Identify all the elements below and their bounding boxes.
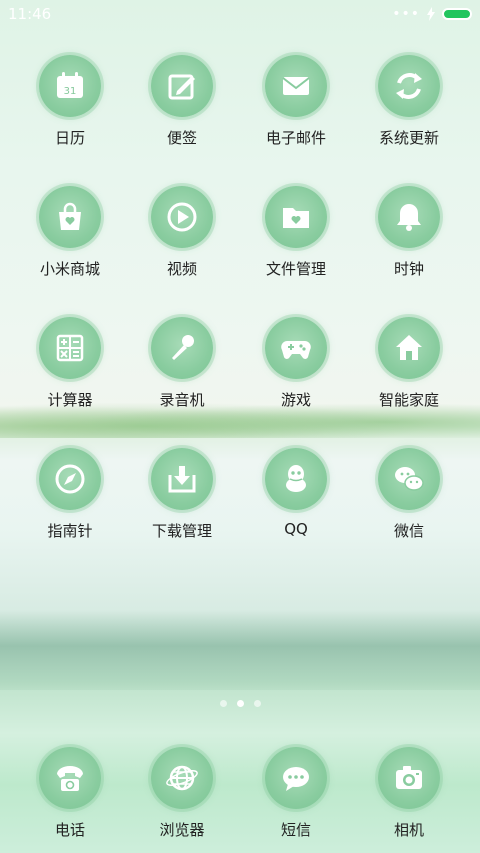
app-label: 系统更新 bbox=[378, 129, 439, 147]
app-games[interactable]: 游戏 bbox=[240, 317, 352, 410]
more-indicator-icon: ••• bbox=[392, 6, 420, 22]
notes-icon bbox=[151, 55, 213, 117]
app-label: 电子邮件 bbox=[265, 129, 326, 147]
app-label: 视频 bbox=[166, 260, 197, 278]
status-time: 11:46 bbox=[8, 5, 52, 23]
app-video[interactable]: 视频 bbox=[126, 186, 238, 279]
app-label: 短信 bbox=[280, 821, 311, 839]
app-recorder[interactable]: 录音机 bbox=[126, 317, 238, 410]
home-icon bbox=[378, 317, 440, 379]
dock-messages[interactable]: 短信 bbox=[240, 747, 352, 840]
app-label: 相机 bbox=[393, 821, 424, 839]
app-qq[interactable]: QQ bbox=[240, 448, 352, 538]
message-icon bbox=[265, 747, 327, 809]
app-label: 文件管理 bbox=[265, 260, 326, 278]
refresh-icon bbox=[378, 55, 440, 117]
page-dot[interactable] bbox=[253, 700, 261, 707]
app-label: 计算器 bbox=[47, 391, 93, 409]
page-dot-active[interactable] bbox=[236, 700, 244, 707]
app-label: 便签 bbox=[166, 129, 197, 147]
qq-penguin-icon bbox=[265, 448, 327, 510]
app-smart-home[interactable]: 智能家庭 bbox=[353, 317, 465, 410]
app-label: 智能家庭 bbox=[378, 391, 439, 409]
microphone-icon bbox=[151, 317, 213, 379]
app-label: 小米商城 bbox=[39, 260, 100, 278]
page-indicator[interactable] bbox=[0, 700, 480, 707]
bell-icon bbox=[378, 186, 440, 248]
app-wechat[interactable]: 微信 bbox=[353, 448, 465, 541]
dock-browser[interactable]: 浏览器 bbox=[126, 747, 238, 840]
app-notes[interactable]: 便签 bbox=[126, 55, 238, 148]
gamepad-icon bbox=[265, 317, 327, 379]
app-file-manager[interactable]: 文件管理 bbox=[240, 186, 352, 279]
app-mi-store[interactable]: 小米商城 bbox=[14, 186, 126, 279]
app-label: 下载管理 bbox=[151, 522, 212, 540]
app-label: QQ bbox=[284, 520, 308, 538]
battery-icon bbox=[442, 8, 472, 20]
app-system-update[interactable]: 系统更新 bbox=[353, 55, 465, 148]
mail-icon bbox=[265, 55, 327, 117]
app-calendar[interactable]: 31 日历 bbox=[14, 55, 126, 148]
app-label: 录音机 bbox=[159, 391, 205, 409]
app-calculator[interactable]: 计算器 bbox=[14, 317, 126, 410]
calculator-icon bbox=[39, 317, 101, 379]
dock-phone[interactable]: 电话 bbox=[14, 747, 126, 840]
app-label: 电话 bbox=[54, 821, 85, 839]
app-compass[interactable]: 指南针 bbox=[14, 448, 126, 541]
status-indicators: ••• bbox=[392, 6, 472, 22]
app-label: 游戏 bbox=[280, 391, 311, 409]
folder-icon bbox=[265, 186, 327, 248]
app-label: 微信 bbox=[393, 522, 424, 540]
app-clock[interactable]: 时钟 bbox=[353, 186, 465, 279]
svg-text:31: 31 bbox=[64, 86, 77, 97]
compass-icon bbox=[39, 448, 101, 510]
download-icon bbox=[151, 448, 213, 510]
scenery-forest bbox=[0, 610, 480, 690]
app-label: 时钟 bbox=[393, 260, 424, 278]
app-downloads[interactable]: 下载管理 bbox=[126, 448, 238, 541]
calendar-icon: 31 bbox=[39, 55, 101, 117]
shop-bag-icon bbox=[39, 186, 101, 248]
app-label: 浏览器 bbox=[159, 821, 205, 839]
phone-icon bbox=[39, 747, 101, 809]
status-bar: 11:46 ••• bbox=[0, 0, 480, 28]
wechat-icon bbox=[378, 448, 440, 510]
browser-globe-icon bbox=[151, 747, 213, 809]
app-label: 日历 bbox=[54, 129, 85, 147]
charging-icon bbox=[427, 7, 435, 21]
camera-icon bbox=[378, 747, 440, 809]
play-icon bbox=[151, 186, 213, 248]
page-dot[interactable] bbox=[219, 700, 227, 707]
app-label: 指南针 bbox=[47, 522, 93, 540]
dock-camera[interactable]: 相机 bbox=[353, 747, 465, 840]
app-email[interactable]: 电子邮件 bbox=[240, 55, 352, 148]
